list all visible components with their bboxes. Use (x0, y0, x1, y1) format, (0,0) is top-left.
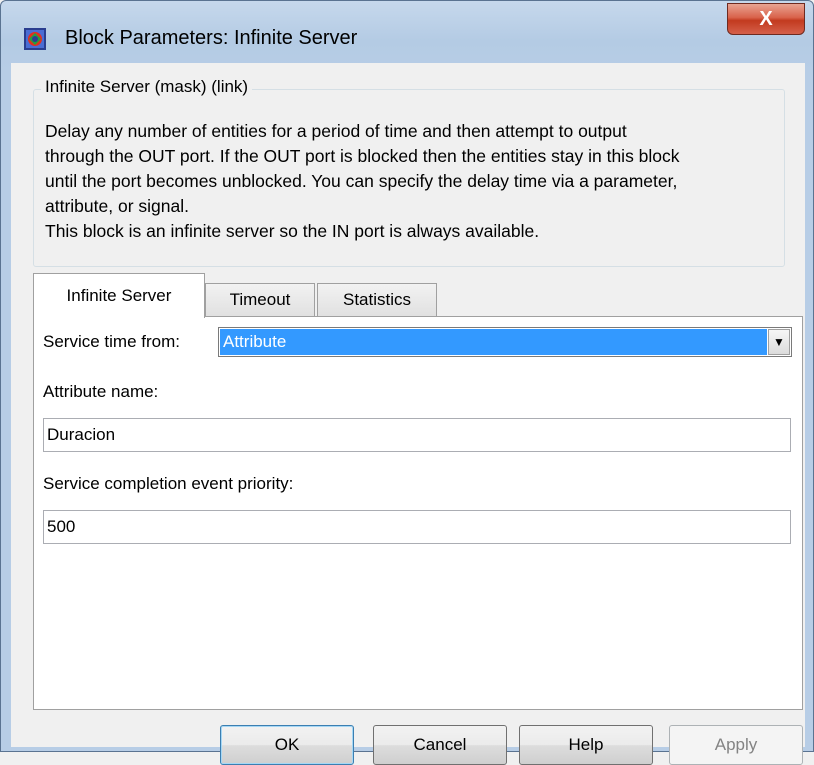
service-time-label: Service time from: (43, 332, 180, 351)
service-time-select[interactable]: Attribute ▼ (218, 327, 792, 357)
group-title: Infinite Server (mask) (link) (41, 77, 253, 97)
description-line: until the port becomes unblocked. You ca… (45, 171, 678, 191)
title-bar[interactable]: Block Parameters: Infinite Server X (1, 1, 813, 63)
cancel-button[interactable]: Cancel (373, 725, 507, 765)
priority-field[interactable]: 500 (43, 510, 791, 544)
window-title: Block Parameters: Infinite Server (65, 27, 358, 49)
description-line: attribute, or signal. (45, 196, 189, 216)
tab-panel-infinite-server: Service time from: Attribute ▼ Attribute… (33, 316, 803, 710)
description-line: Delay any number of entities for a perio… (45, 121, 627, 141)
help-button[interactable]: Help (519, 725, 653, 765)
chevron-down-icon[interactable]: ▼ (768, 329, 790, 355)
ok-button[interactable]: OK (220, 725, 354, 765)
block-parameters-dialog: Block Parameters: Infinite Server X Infi… (0, 0, 814, 765)
service-time-selected-value: Attribute (220, 329, 767, 355)
tab-timeout[interactable]: Timeout (205, 283, 315, 317)
attribute-name-label: Attribute name: (43, 382, 159, 401)
block-description: Delay any number of entities for a perio… (45, 119, 785, 244)
attribute-name-field[interactable]: Duracion (43, 418, 791, 452)
close-button[interactable]: X (727, 3, 805, 35)
description-line: This block is an infinite server so the … (45, 221, 540, 241)
priority-label: Service completion event priority: (43, 474, 294, 493)
dialog-body: Infinite Server (mask) (link) Delay any … (11, 63, 805, 765)
description-line: through the OUT port. If the OUT port is… (45, 146, 680, 166)
apply-button[interactable]: Apply (669, 725, 803, 765)
tab-infinite-server[interactable]: Infinite Server (33, 273, 205, 318)
simulink-block-icon (23, 27, 47, 51)
tab-statistics[interactable]: Statistics (317, 283, 437, 317)
